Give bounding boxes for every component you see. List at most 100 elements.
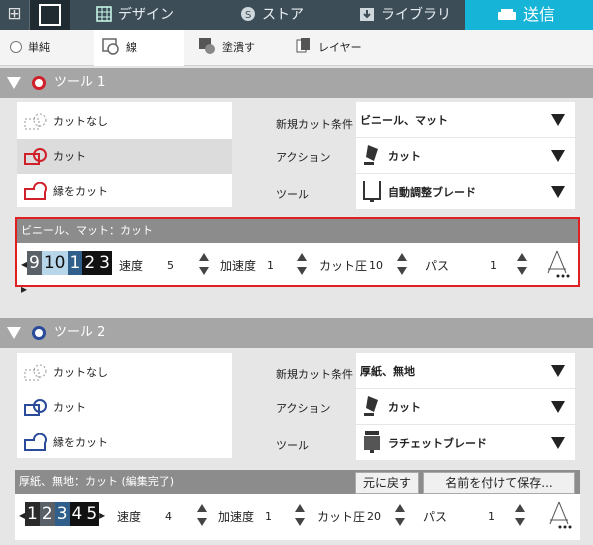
tool2-tool-label: ツール [276, 439, 309, 452]
tool2-cut-options: カットなし カット 縁をカット [17, 353, 232, 458]
tool1-option-edge-cut-label: 縁をカット [53, 185, 108, 198]
tool1-option-cut-label: カット [53, 150, 86, 163]
dropdown-arrow-icon [551, 150, 565, 162]
tool2-action-label: アクション [276, 402, 331, 415]
tool2-color-icon [32, 326, 46, 340]
tool1-material-label: 新規カット条件 [276, 118, 353, 131]
tool2-speed-label: 速度 [117, 510, 142, 524]
tool2-option-no-cut-label: カットなし [53, 366, 108, 379]
tool1-title: ツール 1 [54, 75, 106, 90]
tool-options-icon[interactable] [546, 500, 572, 530]
arrow-right-icon[interactable]: ▸ [21, 282, 27, 296]
tool1-force-spinner[interactable] [397, 251, 407, 279]
tool1-header[interactable]: ツール 1 [0, 68, 593, 98]
cut-icon [24, 148, 47, 165]
tool2-force-label: カット圧 [317, 510, 366, 524]
tool2-tool-value: ラチェットブレード [388, 437, 487, 450]
tool2-option-no-cut[interactable]: カットなし [17, 355, 232, 390]
collapse-triangle-icon[interactable] [7, 77, 21, 89]
tool2-header[interactable]: ツール 2 [0, 318, 593, 348]
cut-style-bar: 単純 線 塗潰す レイヤー [0, 30, 593, 66]
style-simple[interactable]: 単純 [10, 30, 90, 66]
style-simple-label: 単純 [28, 41, 50, 54]
save-as-button[interactable]: 名前を付けて保存... [423, 472, 575, 494]
svg-text:S: S [245, 10, 251, 21]
tool2-speed-input[interactable]: 4 [161, 506, 199, 528]
top-nav: ⊞ デザイン S ストア ライブラリ 送信 [0, 0, 593, 30]
grid-icon [96, 6, 112, 22]
cut-icon [24, 399, 47, 416]
edge-cut-icon [24, 182, 47, 200]
tool1-material-value: ビニール、マット [360, 114, 448, 127]
tool1-tool-label: ツール [276, 188, 309, 201]
no-cut-icon [24, 364, 47, 381]
line-icon [102, 38, 119, 55]
tool1-blade-depth[interactable]: ◂ 9 10 1 2 3▸ [21, 251, 117, 296]
ratchet-blade-icon [364, 431, 380, 453]
tab-send-label: 送信 [523, 5, 556, 24]
tool2-tool-select[interactable]: ラチェットブレード [356, 425, 575, 460]
tool2-passes-spinner[interactable] [515, 502, 525, 530]
tool2-accel-label: 加速度 [218, 510, 255, 524]
tab-send[interactable]: 送信 [465, 0, 593, 30]
tool1-tool-value: 自動調整ブレード [388, 186, 476, 199]
tool1-action-label: アクション [276, 151, 331, 164]
revert-button[interactable]: 元に戻す [355, 472, 419, 494]
blade-seg: 3 [54, 502, 70, 526]
tool2-option-edge-cut-label: 縁をカット [53, 436, 108, 449]
tool1-action-value: カット [388, 150, 421, 163]
tool1-accel-input[interactable]: 1 [263, 255, 301, 277]
tool1-passes-label: パス [425, 259, 450, 273]
tool1-option-no-cut-label: カットなし [53, 115, 108, 128]
blade-seg: 9 [27, 251, 42, 275]
tool1-action-select[interactable]: カット [356, 138, 575, 173]
tool2-speed-spinner[interactable] [197, 502, 207, 530]
store-icon: S [241, 7, 255, 21]
home-button[interactable]: ⊞ [0, 0, 30, 30]
edge-cut-icon [24, 433, 47, 451]
tool1-speed-input[interactable]: 5 [163, 255, 201, 277]
silhouette-logo-icon[interactable] [30, 0, 70, 30]
tool2-option-cut[interactable]: カット [17, 390, 232, 425]
tool2-material-select[interactable]: 厚紙、無地 [356, 353, 575, 388]
tool1-passes-spinner[interactable] [517, 251, 527, 279]
tool-options-icon[interactable] [544, 249, 570, 279]
tool2-action-select[interactable]: カット [356, 389, 575, 424]
autoblade-icon [363, 181, 381, 202]
dropdown-arrow-icon [551, 186, 565, 198]
tool1-material-select[interactable]: ビニール、マット [356, 102, 575, 137]
arrow-right-icon[interactable]: ▸ [99, 508, 105, 522]
tool1-speed-spinner[interactable] [199, 251, 209, 279]
tool1-option-no-cut[interactable]: カットなし [17, 104, 232, 139]
cutter-icon [498, 9, 516, 20]
tool2-blade-depth[interactable]: ◂ 1 2 3 4 5 ▸ [19, 502, 115, 526]
blade-action-icon [364, 145, 378, 165]
tool2-material-value: 厚紙、無地 [360, 365, 415, 378]
style-line[interactable]: 線 [94, 30, 184, 66]
style-fill-label: 塗潰す [222, 41, 255, 54]
tab-library[interactable]: ライブラリ [359, 0, 469, 30]
tool1-option-edge-cut[interactable]: 縁をカット [17, 174, 232, 209]
tool2-option-edge-cut[interactable]: 縁をカット [17, 425, 232, 460]
tool2-title: ツール 2 [54, 325, 106, 340]
blade-seg: 1 [67, 251, 83, 275]
style-layer-label: レイヤー [318, 41, 362, 54]
tool2-accel-input[interactable]: 1 [261, 506, 299, 528]
blade-seg: 2 [39, 502, 55, 526]
fill-icon [199, 38, 215, 54]
tool2-material-label: 新規カット条件 [276, 368, 353, 381]
tool1-accel-spinner[interactable] [297, 251, 307, 279]
tab-design[interactable]: デザイン [96, 0, 226, 30]
layer-icon [296, 38, 310, 53]
collapse-triangle-icon[interactable] [7, 327, 21, 339]
tab-store-label: ストア [262, 7, 304, 23]
style-layer[interactable]: レイヤー [296, 30, 396, 66]
dropdown-arrow-icon [551, 365, 565, 377]
tool2-force-spinner[interactable] [395, 502, 405, 530]
tool1-tool-select[interactable]: 自動調整ブレード [356, 174, 575, 209]
tool1-option-cut[interactable]: カット [17, 139, 232, 174]
tab-store[interactable]: S ストア [240, 0, 350, 30]
tool2-accel-spinner[interactable] [295, 502, 305, 530]
style-fill[interactable]: 塗潰す [198, 30, 288, 66]
blade-seg: 4 [69, 502, 85, 526]
